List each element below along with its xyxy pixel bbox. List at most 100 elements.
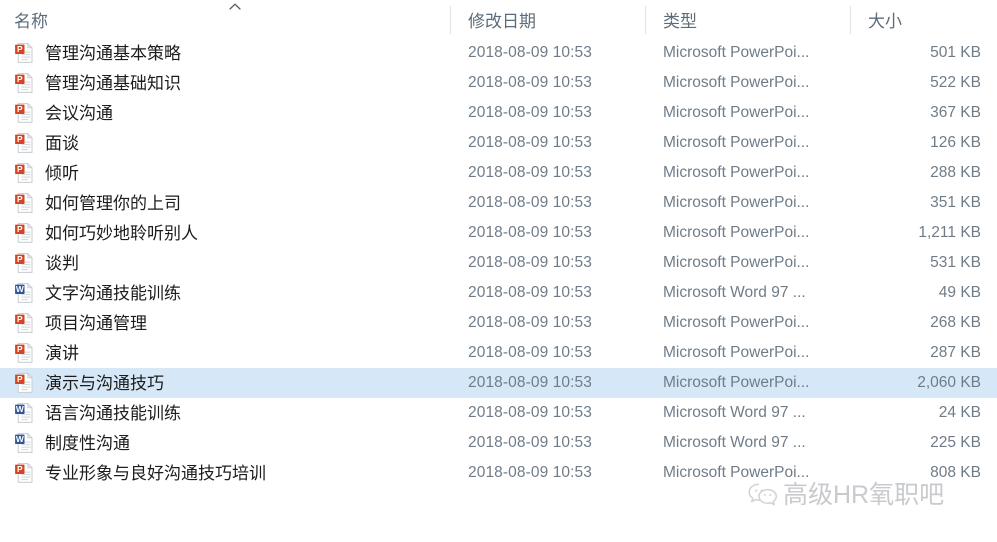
file-row[interactable]: P 如何巧妙地聆听别人 2018-08-09 10:53 Microsoft Powe… — [0, 218, 997, 248]
powerpoint-file-icon: P — [14, 372, 45, 394]
file-name-cell[interactable]: P 面谈 — [0, 128, 450, 158]
file-type-cell: Microsoft PowerPoi... — [663, 134, 810, 151]
file-size-cell: 24 KB — [938, 404, 981, 421]
file-row[interactable]: P 会议沟通 2018-08-09 10:53 Microsoft PowerPoi.… — [0, 98, 997, 128]
column-header-size[interactable]: 大小 — [850, 0, 997, 38]
svg-text:P: P — [17, 464, 23, 474]
file-name-label: 文字沟通技能训练 — [45, 283, 181, 303]
file-name-cell[interactable]: P 管理沟通基本策略 — [0, 38, 450, 68]
file-date-modified-cell: 2018-08-09 10:53 — [468, 194, 592, 211]
file-size-cell: 531 KB — [930, 254, 981, 271]
file-date-modified-cell: 2018-08-09 10:53 — [468, 284, 592, 301]
file-name-cell[interactable]: P 演讲 — [0, 338, 450, 368]
svg-text:P: P — [17, 74, 23, 84]
powerpoint-file-icon: P — [14, 162, 45, 184]
file-name-cell[interactable]: P 演示与沟通技巧 — [0, 368, 450, 398]
file-name-cell[interactable]: P 谈判 — [0, 248, 450, 278]
svg-text:W: W — [16, 434, 24, 444]
file-name-cell[interactable]: P 管理沟通基础知识 — [0, 68, 450, 98]
file-size-cell: 225 KB — [930, 434, 981, 451]
file-date-modified-cell: 2018-08-09 10:53 — [468, 134, 592, 151]
file-type-cell: Microsoft PowerPoi... — [663, 44, 810, 61]
file-name-label: 如何巧妙地聆听别人 — [45, 223, 198, 243]
file-name-cell[interactable]: P 项目沟通管理 — [0, 308, 450, 338]
file-size-cell: 351 KB — [930, 194, 981, 211]
column-header-date-modified[interactable]: 修改日期 — [450, 0, 645, 38]
svg-text:W: W — [16, 284, 24, 294]
word-file-icon: W — [14, 402, 45, 424]
file-row[interactable]: P 演讲 2018-08-09 10:53 Microsoft PowerPoi...… — [0, 338, 997, 368]
file-row[interactable]: W 语言沟通技能训练 2018-08-09 10:53 Microsoft Word … — [0, 398, 997, 428]
file-name-label: 倾听 — [45, 163, 79, 183]
file-name-cell[interactable]: P 专业形象与良好沟通技巧培训 — [0, 458, 450, 488]
file-row[interactable]: P 项目沟通管理 2018-08-09 10:53 Microsoft PowerPo… — [0, 308, 997, 338]
file-row[interactable]: P 管理沟通基本策略 2018-08-09 10:53 Microsoft Power… — [0, 38, 997, 68]
file-name-label: 语言沟通技能训练 — [45, 403, 181, 423]
file-row[interactable]: P 倾听 2018-08-09 10:53 Microsoft PowerPoi...… — [0, 158, 997, 188]
file-date-modified-cell: 2018-08-09 10:53 — [468, 344, 592, 361]
column-header-type[interactable]: 类型 — [645, 0, 850, 38]
file-row[interactable]: W 文字沟通技能训练 2018-08-09 10:53 Microsoft Word … — [0, 278, 997, 308]
file-type-cell: Microsoft PowerPoi... — [663, 74, 810, 91]
file-row[interactable]: P 管理沟通基础知识 2018-08-09 10:53 Microsoft Power… — [0, 68, 997, 98]
file-date-modified-cell: 2018-08-09 10:53 — [468, 314, 592, 331]
column-header-row: 名称 修改日期 类型 大小 — [0, 0, 997, 38]
svg-text:P: P — [17, 194, 23, 204]
file-date-modified-cell: 2018-08-09 10:53 — [468, 224, 592, 241]
file-list[interactable]: P 管理沟通基本策略 2018-08-09 10:53 Microsoft Power… — [0, 38, 997, 488]
file-type-cell: Microsoft Word 97 ... — [663, 404, 806, 421]
column-header-size-label: 大小 — [868, 11, 902, 31]
powerpoint-file-icon: P — [14, 192, 45, 214]
file-row[interactable]: P 如何管理你的上司 2018-08-09 10:53 Microsoft Power… — [0, 188, 997, 218]
file-type-cell: Microsoft Word 97 ... — [663, 284, 806, 301]
powerpoint-file-icon: P — [14, 312, 45, 334]
svg-text:P: P — [17, 224, 23, 234]
file-name-label: 制度性沟通 — [45, 433, 130, 453]
file-size-cell: 522 KB — [930, 74, 981, 91]
file-size-cell: 288 KB — [930, 164, 981, 181]
file-name-cell[interactable]: P 倾听 — [0, 158, 450, 188]
file-name-cell[interactable]: P 如何巧妙地聆听别人 — [0, 218, 450, 248]
svg-text:P: P — [17, 344, 23, 354]
file-size-cell: 49 KB — [938, 284, 981, 301]
powerpoint-file-icon: P — [14, 102, 45, 124]
file-size-cell: 808 KB — [930, 464, 981, 481]
file-date-modified-cell: 2018-08-09 10:53 — [468, 74, 592, 91]
file-name-label: 如何管理你的上司 — [45, 193, 181, 213]
file-type-cell: Microsoft Word 97 ... — [663, 434, 806, 451]
file-row[interactable]: P 面谈 2018-08-09 10:53 Microsoft PowerPoi...… — [0, 128, 997, 158]
column-header-name-label: 名称 — [14, 11, 48, 31]
file-date-modified-cell: 2018-08-09 10:53 — [468, 164, 592, 181]
file-row[interactable]: P 专业形象与良好沟通技巧培训 2018-08-09 10:53 Microsoft … — [0, 458, 997, 488]
file-name-cell[interactable]: W 文字沟通技能训练 — [0, 278, 450, 308]
file-name-label: 管理沟通基本策略 — [45, 43, 181, 63]
file-name-label: 演示与沟通技巧 — [45, 373, 164, 393]
file-type-cell: Microsoft PowerPoi... — [663, 344, 810, 361]
column-divider — [850, 6, 851, 34]
file-row[interactable]: P 谈判 2018-08-09 10:53 Microsoft PowerPoi...… — [0, 248, 997, 278]
file-name-cell[interactable]: W 语言沟通技能训练 — [0, 398, 450, 428]
file-size-cell: 268 KB — [930, 314, 981, 331]
svg-text:P: P — [17, 314, 23, 324]
file-name-cell[interactable]: P 如何管理你的上司 — [0, 188, 450, 218]
word-file-icon: W — [14, 282, 45, 304]
powerpoint-file-icon: P — [14, 132, 45, 154]
file-row[interactable]: W 制度性沟通 2018-08-09 10:53 Microsoft Word 97 … — [0, 428, 997, 458]
column-header-name[interactable]: 名称 — [0, 0, 450, 38]
file-name-label: 会议沟通 — [45, 103, 113, 123]
column-divider — [645, 6, 646, 34]
column-divider — [450, 6, 451, 34]
file-name-cell[interactable]: W 制度性沟通 — [0, 428, 450, 458]
file-size-cell: 287 KB — [930, 344, 981, 361]
file-name-label: 谈判 — [45, 253, 79, 273]
file-name-label: 面谈 — [45, 133, 79, 153]
file-name-cell[interactable]: P 会议沟通 — [0, 98, 450, 128]
file-row[interactable]: P 演示与沟通技巧 2018-08-09 10:53 Microsoft PowerP… — [0, 368, 997, 398]
word-file-icon: W — [14, 432, 45, 454]
svg-text:P: P — [17, 254, 23, 264]
file-type-cell: Microsoft PowerPoi... — [663, 254, 810, 271]
file-name-label: 专业形象与良好沟通技巧培训 — [45, 463, 266, 483]
file-name-label: 管理沟通基础知识 — [45, 73, 181, 93]
file-type-cell: Microsoft PowerPoi... — [663, 194, 810, 211]
file-date-modified-cell: 2018-08-09 10:53 — [468, 254, 592, 271]
